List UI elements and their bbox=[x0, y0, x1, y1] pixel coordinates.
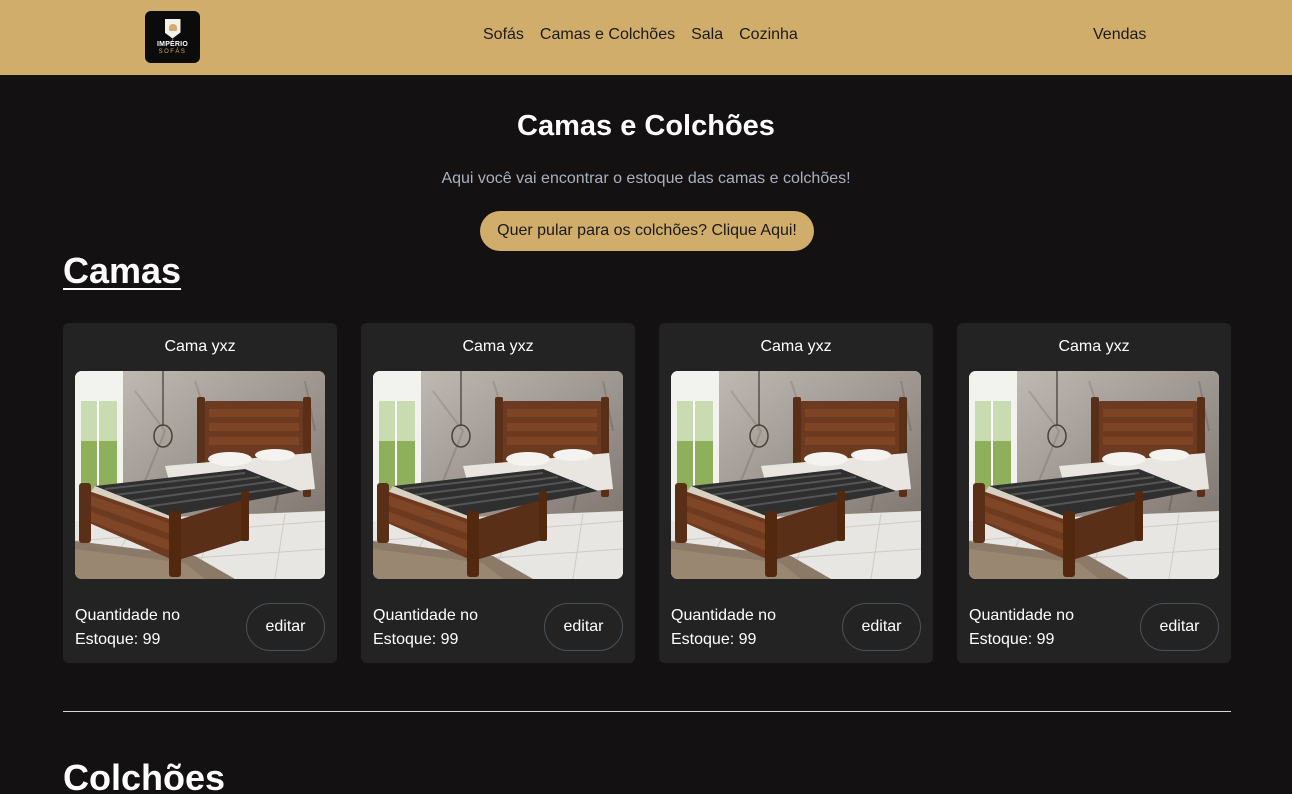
product-card: Cama yxz Quantidade no Estoque: 99 edita… bbox=[63, 323, 337, 663]
product-image bbox=[671, 371, 921, 579]
product-card: Cama yxz Quantidade no Estoque: 99 edita… bbox=[361, 323, 635, 663]
stock-quantity: Quantidade no Estoque: 99 bbox=[969, 607, 1074, 648]
nav-item-vendas[interactable]: Vendas bbox=[1093, 26, 1146, 44]
page-title: Camas e Colchões bbox=[517, 110, 775, 142]
nav-item-sofas[interactable]: Sofás bbox=[483, 26, 524, 44]
jump-to-mattresses-button[interactable]: Quer pular para os colchões? Clique Aqui… bbox=[480, 211, 814, 251]
nav-item-sala[interactable]: Sala bbox=[691, 26, 723, 44]
logo-line-2: SOFÁS bbox=[158, 48, 187, 55]
main-nav: Sofás Camas e Colchões Sala Cozinha bbox=[483, 26, 798, 44]
nav-item-cozinha[interactable]: Cozinha bbox=[739, 26, 798, 44]
product-card: Cama yxz Quantidade no Estoque: 99 edita… bbox=[957, 323, 1231, 663]
stock-quantity: Quantidade no Estoque: 99 bbox=[671, 607, 776, 648]
product-image bbox=[75, 371, 325, 579]
bed-cards-grid: Cama yxz Quantidade no Estoque: 99 edita… bbox=[63, 323, 1231, 663]
edit-button[interactable]: editar bbox=[842, 603, 921, 651]
logo-line-1: IMPÉRIO bbox=[157, 40, 188, 48]
product-image bbox=[373, 371, 623, 579]
section-divider bbox=[63, 711, 1231, 712]
page-subtitle: Aqui você vai encontrar o estoque das ca… bbox=[441, 170, 851, 187]
product-name: Cama yxz bbox=[164, 338, 236, 355]
edit-button[interactable]: editar bbox=[246, 603, 325, 651]
edit-button[interactable]: editar bbox=[1140, 603, 1219, 651]
top-navbar: IMPÉRIO SOFÁS Sofás Camas e Colchões Sal… bbox=[0, 0, 1292, 75]
product-image bbox=[969, 371, 1219, 579]
product-card: Cama yxz Quantidade no Estoque: 99 edita… bbox=[659, 323, 933, 663]
product-name: Cama yxz bbox=[760, 338, 832, 355]
section-title-camas: Camas bbox=[63, 250, 182, 291]
imperio-sofas-logo[interactable]: IMPÉRIO SOFÁS bbox=[145, 11, 200, 63]
edit-button[interactable]: editar bbox=[544, 603, 623, 651]
stock-quantity: Quantidade no Estoque: 99 bbox=[75, 607, 180, 648]
crest-icon bbox=[164, 18, 181, 39]
section-title-colchoes: Colchões bbox=[63, 757, 226, 794]
product-name: Cama yxz bbox=[462, 338, 534, 355]
product-name: Cama yxz bbox=[1058, 338, 1130, 355]
stock-quantity: Quantidade no Estoque: 99 bbox=[373, 607, 478, 648]
nav-item-camas-colchoes[interactable]: Camas e Colchões bbox=[540, 26, 675, 44]
